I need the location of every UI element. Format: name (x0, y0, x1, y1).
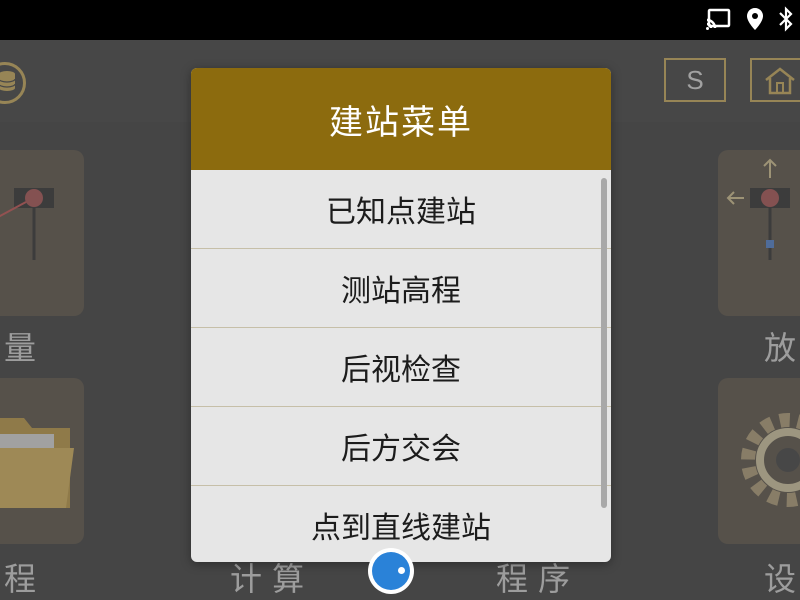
menu-item-known-point-setup[interactable]: 已知点建站 (191, 170, 611, 249)
cast-icon (706, 8, 731, 30)
location-icon (747, 8, 763, 30)
menu-item-backsight-check[interactable]: 后视检查 (191, 328, 611, 407)
station-setup-menu-dialog: 建站菜单 已知点建站 测站高程 后视检查 后方交会 点到直线建站 (191, 68, 611, 562)
menu-list: 已知点建站 测站高程 后视检查 后方交会 点到直线建站 (191, 170, 611, 562)
scrollbar[interactable] (601, 178, 607, 508)
bluetooth-icon (779, 6, 793, 32)
status-bar (0, 0, 800, 40)
dialog-title: 建站菜单 (191, 68, 611, 170)
camera-icon (372, 552, 410, 590)
status-icons (706, 6, 794, 32)
menu-item-resection[interactable]: 后方交会 (191, 407, 611, 486)
camera-button[interactable] (368, 548, 414, 594)
menu-item-station-elevation[interactable]: 测站高程 (191, 249, 611, 328)
